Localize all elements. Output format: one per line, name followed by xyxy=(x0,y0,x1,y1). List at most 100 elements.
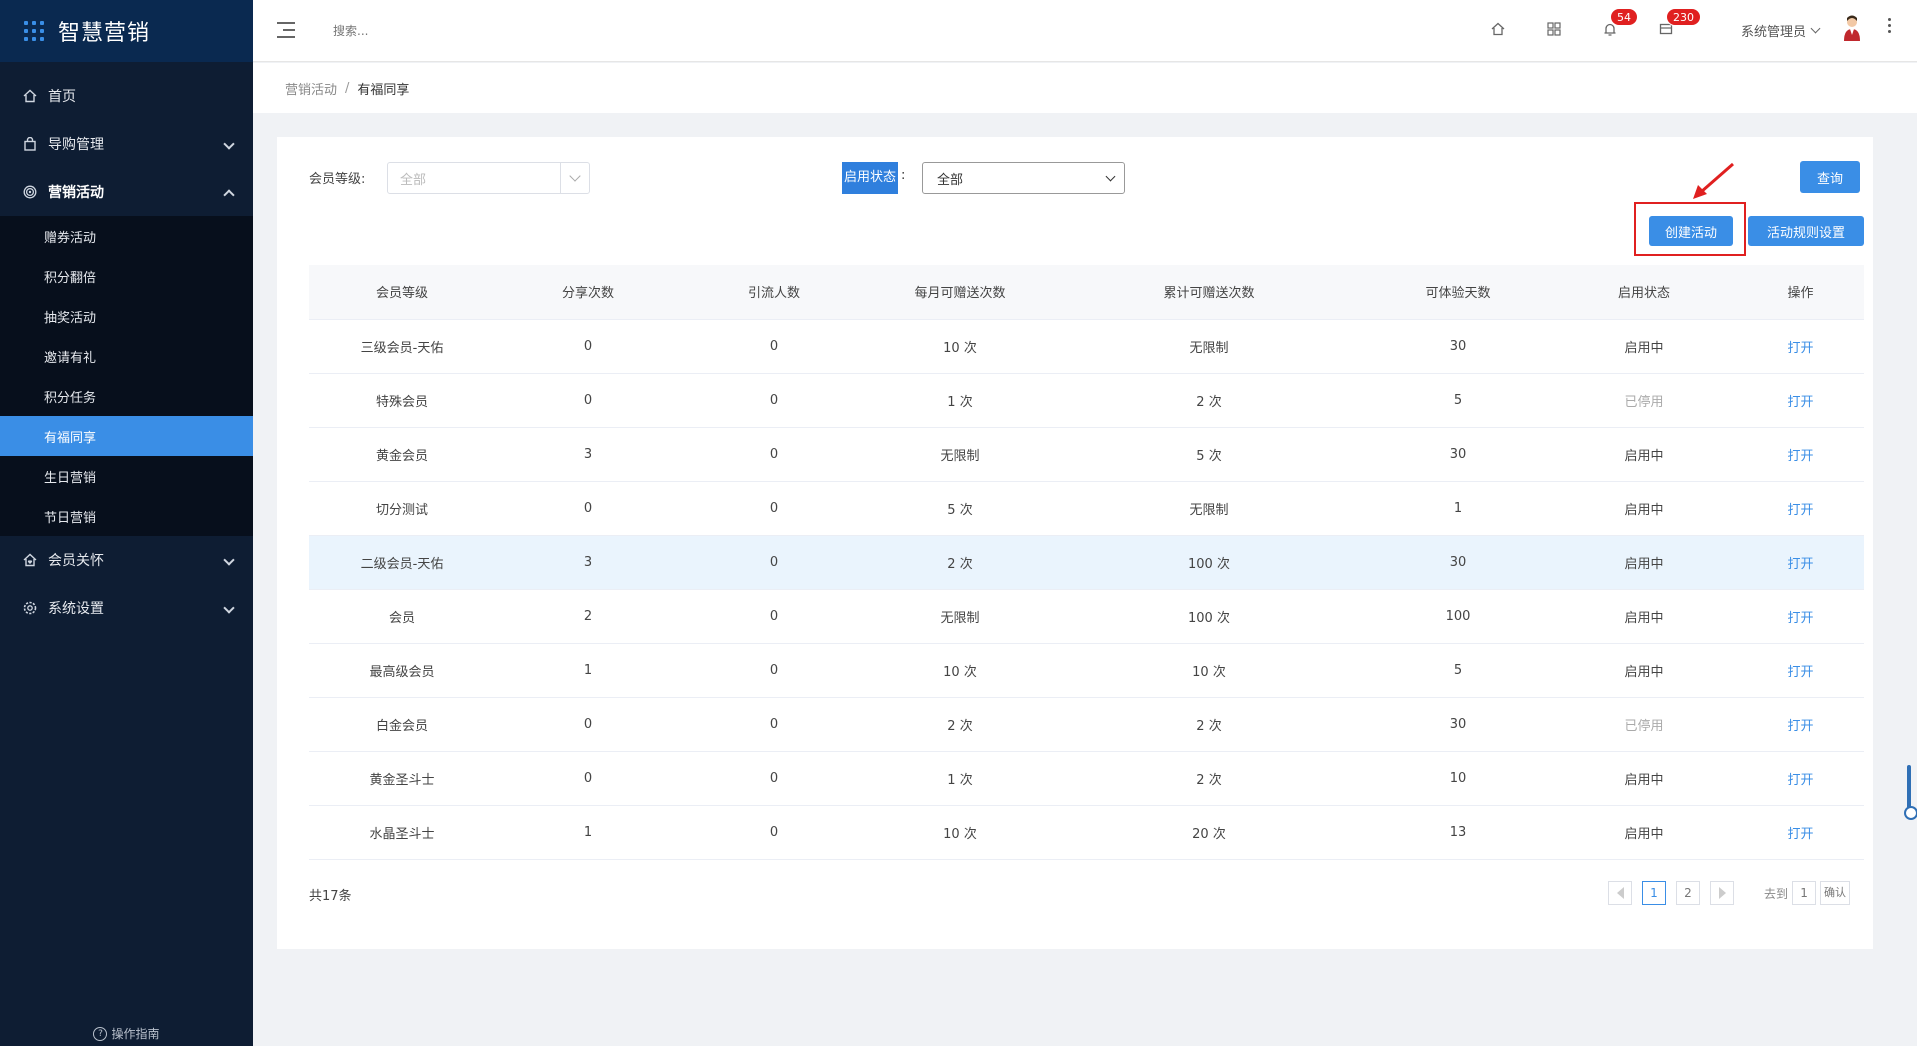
submenu-item-double-points[interactable]: 积分翻倍 xyxy=(0,256,253,296)
open-link[interactable]: 打开 xyxy=(1737,643,1864,698)
home-icon xyxy=(22,88,38,104)
table-cell: 10 次 xyxy=(867,805,1053,860)
sidebar-item-member-care[interactable]: 会员关怀 xyxy=(0,536,253,584)
guide-label: 操作指南 xyxy=(111,1027,160,1041)
open-link[interactable]: 打开 xyxy=(1737,751,1864,806)
table-cell: 2 次 xyxy=(867,697,1053,752)
query-button[interactable]: 查询 xyxy=(1800,161,1860,193)
sidebar-item-marketing[interactable]: 营销活动 xyxy=(0,168,253,216)
submenu-item-coupon[interactable]: 赠券活动 xyxy=(0,216,253,256)
table-row: 会员 2 0 无限制 100 次 100 启用中 打开 xyxy=(309,589,1864,644)
member-level-select[interactable]: 全部 xyxy=(387,162,590,194)
home-icon[interactable] xyxy=(1488,19,1508,39)
status-cell: 启用中 xyxy=(1551,535,1737,590)
status-cell: 启用中 xyxy=(1551,427,1737,482)
column-header: 会员等级 xyxy=(309,265,495,320)
submenu-item-points-task[interactable]: 积分任务 xyxy=(0,376,253,416)
scroll-indicator[interactable] xyxy=(1904,765,1917,820)
table-cell: 2 次 xyxy=(1053,751,1365,806)
breadcrumb-parent[interactable]: 营销活动 xyxy=(285,79,337,98)
table-cell: 2 次 xyxy=(1053,373,1365,428)
heart-home-icon xyxy=(22,552,38,568)
prev-page-button[interactable] xyxy=(1608,881,1632,905)
table-cell: 20 次 xyxy=(1053,805,1365,860)
table-cell: 0 xyxy=(495,751,681,806)
table-cell: 0 xyxy=(495,373,681,428)
table-cell: 0 xyxy=(495,481,681,536)
member-level-label: 会员等级: xyxy=(309,172,366,187)
submenu-item-invite[interactable]: 邀请有礼 xyxy=(0,336,253,376)
submenu-item-share-blessing[interactable]: 有福同享 xyxy=(0,416,253,456)
table-cell: 10 次 xyxy=(867,643,1053,698)
sidebar-item-settings[interactable]: 系统设置 xyxy=(0,584,253,632)
table-cell: 5 xyxy=(1365,643,1551,698)
search-input[interactable] xyxy=(333,20,533,42)
table-cell: 5 次 xyxy=(1053,427,1365,482)
status-select[interactable]: 全部 xyxy=(922,162,1125,194)
open-link[interactable]: 打开 xyxy=(1737,319,1864,374)
submenu-item-holiday[interactable]: 节日营销 xyxy=(0,496,253,536)
user-menu[interactable]: 系统管理员 xyxy=(1741,21,1821,40)
table-cell: 无限制 xyxy=(1053,319,1365,374)
table-cell: 10 次 xyxy=(867,319,1053,374)
table-cell: 0 xyxy=(495,319,681,374)
chevron-down-icon xyxy=(1105,171,1116,182)
table-row: 三级会员-天佑 0 0 10 次无限制 30 启用中 打开 xyxy=(309,319,1864,374)
table-cell: 2 xyxy=(495,589,681,644)
table-cell: 100 xyxy=(1365,589,1551,644)
table-cell: 30 xyxy=(1365,427,1551,482)
column-header: 操作 xyxy=(1737,265,1864,320)
table-cell: 0 xyxy=(681,427,867,482)
submenu-item-birthday[interactable]: 生日营销 xyxy=(0,456,253,496)
submenu-item-lottery[interactable]: 抽奖活动 xyxy=(0,296,253,336)
sidebar-item-label: 系统设置 xyxy=(48,601,104,617)
message-icon[interactable]: 230 xyxy=(1656,8,1701,39)
activity-rules-button[interactable]: 活动规则设置 xyxy=(1748,216,1864,246)
goto-page-input[interactable]: 1 xyxy=(1792,881,1817,905)
table-cell: 0 xyxy=(681,589,867,644)
table-cell: 1 xyxy=(1365,481,1551,536)
bell-icon[interactable]: 54 xyxy=(1600,8,1638,39)
column-header: 启用状态 xyxy=(1551,265,1737,320)
open-link[interactable]: 打开 xyxy=(1737,805,1864,860)
open-link[interactable]: 打开 xyxy=(1737,481,1864,536)
table-cell: 1 次 xyxy=(867,751,1053,806)
notification-badge: 54 xyxy=(1610,8,1638,26)
breadcrumb: 营销活动 / 有福同享 xyxy=(253,63,1917,113)
apps-grid-icon[interactable] xyxy=(1544,19,1564,39)
table-cell: 0 xyxy=(681,643,867,698)
menu-toggle-icon[interactable] xyxy=(277,22,295,38)
page-button[interactable]: 1 xyxy=(1642,881,1666,905)
table-cell: 水晶圣斗士 xyxy=(309,805,495,860)
open-link[interactable]: 打开 xyxy=(1737,535,1864,590)
activity-table: 会员等级 分享次数 引流人数 每月可赠送次数 累计可赠送次数 可体验天数 启用状… xyxy=(309,265,1864,860)
sidebar-item-home[interactable]: 首页 xyxy=(0,72,253,120)
goto-confirm-button[interactable]: 确认 xyxy=(1820,881,1851,905)
status-cell: 启用中 xyxy=(1551,589,1737,644)
table-cell: 黄金圣斗士 xyxy=(309,751,495,806)
avatar[interactable] xyxy=(1841,15,1863,41)
column-header: 每月可赠送次数 xyxy=(867,265,1053,320)
table-cell: 3 xyxy=(495,535,681,590)
bag-icon xyxy=(22,136,38,152)
sidebar-menu: 首页 导购管理 营销活动 赠券活动 积分翻倍 抽奖活动 邀请有礼 积分任务 有福… xyxy=(0,72,253,632)
guide-link[interactable]: ? 操作指南 xyxy=(0,1025,253,1042)
chevron-down-icon xyxy=(223,138,235,150)
sidebar-item-shopping-guide[interactable]: 导购管理 xyxy=(0,120,253,168)
open-link[interactable]: 打开 xyxy=(1737,589,1864,644)
table-cell: 1 xyxy=(495,805,681,860)
app-logo[interactable]: 智慧营销 xyxy=(0,0,253,62)
open-link[interactable]: 打开 xyxy=(1737,697,1864,752)
page-button[interactable]: 2 xyxy=(1676,881,1700,905)
top-header: 54 230 系统管理员 xyxy=(253,0,1917,62)
chevron-down-icon[interactable] xyxy=(560,163,589,193)
table-cell: 无限制 xyxy=(1053,481,1365,536)
next-page-button[interactable] xyxy=(1710,881,1734,905)
open-link[interactable]: 打开 xyxy=(1737,427,1864,482)
table-cell: 无限制 xyxy=(867,589,1053,644)
create-activity-button[interactable]: 创建活动 xyxy=(1649,216,1733,246)
more-vertical-icon[interactable] xyxy=(1888,18,1892,36)
table-cell: 10 xyxy=(1365,751,1551,806)
open-link[interactable]: 打开 xyxy=(1737,373,1864,428)
annotation-arrow-icon xyxy=(1693,162,1734,199)
